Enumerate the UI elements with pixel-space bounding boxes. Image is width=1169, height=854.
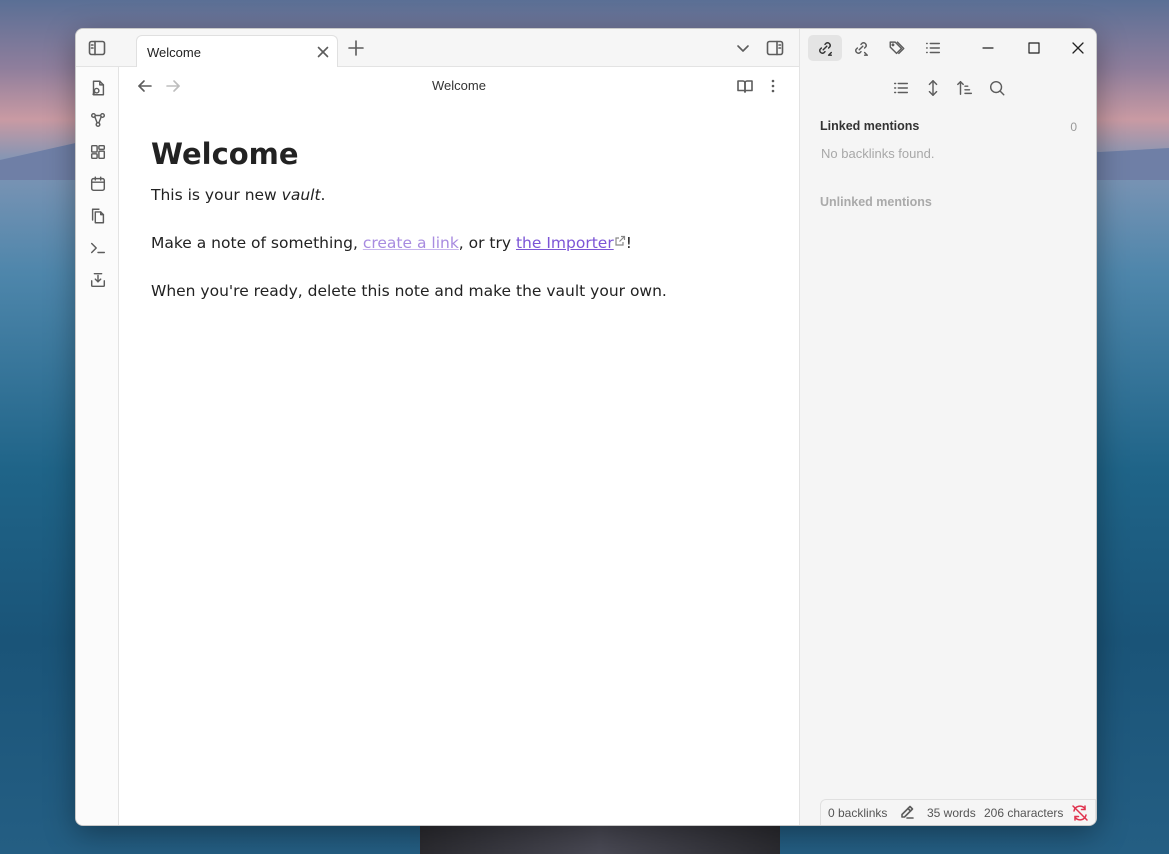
backlinks-icon [816, 39, 834, 57]
p1-text: This is your new [151, 186, 282, 204]
create-a-link-internal-link[interactable]: create a link [363, 234, 459, 252]
desktop-wallpaper-pier [420, 826, 780, 854]
search-icon[interactable] [988, 79, 1008, 99]
unlinked-mentions-heading[interactable]: Unlinked mentions [820, 195, 932, 209]
note-content[interactable]: Welcome This is your new vault. Make a n… [151, 137, 771, 330]
sort-icon[interactable] [956, 79, 976, 99]
left-top-strip [76, 29, 119, 67]
tab-title: Welcome [147, 45, 201, 60]
show-more-context-icon[interactable] [924, 79, 944, 99]
linked-mentions-count: 0 [1070, 120, 1077, 134]
left-sidebar-toggle-icon[interactable] [87, 38, 107, 58]
no-backlinks-message: No backlinks found. [821, 146, 935, 161]
tab-bar: Welcome [119, 29, 799, 68]
p1-vault-emphasis: vault [281, 186, 321, 204]
backlinks-tab[interactable] [808, 35, 842, 61]
paragraph-ready: When you're ready, delete this note and … [151, 282, 667, 300]
close-tab-icon[interactable] [315, 44, 331, 60]
external-link-icon [614, 235, 626, 247]
reading-view-book-icon[interactable] [736, 77, 754, 95]
collapse-results-list-icon[interactable] [892, 79, 912, 99]
outline-tab[interactable] [916, 35, 950, 61]
editing-mode-pencil-icon[interactable] [899, 804, 915, 820]
view-header-title[interactable]: Welcome [119, 78, 799, 93]
outgoing-links-tab[interactable] [844, 35, 878, 61]
status-character-count: 206 characters [984, 806, 1064, 820]
importer-icon[interactable] [87, 269, 109, 291]
app-window: Welcome Welcome Welcome This is your new… [75, 28, 1097, 826]
status-backlinks-count[interactable]: 0 backlinks [828, 806, 887, 820]
paragraph-vault: This is your new vault. [151, 186, 771, 204]
switcher-icon[interactable] [87, 77, 109, 99]
minimize-icon[interactable] [979, 39, 997, 57]
daily-note-icon[interactable] [87, 173, 109, 195]
tags-tab[interactable] [880, 35, 914, 61]
outgoing-links-icon [852, 39, 870, 57]
right-sidebar-toggle-icon[interactable] [765, 38, 785, 58]
paragraph-links: Make a note of something, create a link,… [151, 234, 771, 252]
p2-start: Make a note of something, [151, 234, 363, 252]
sync-error-icon[interactable] [1071, 804, 1089, 822]
tags-icon [888, 39, 906, 57]
graph-icon[interactable] [87, 109, 109, 131]
linked-mentions-heading[interactable]: Linked mentions [820, 119, 919, 133]
status-word-count: 35 words [927, 806, 976, 820]
right-sidebar: Linked mentions 0 No backlinks found. Un… [799, 29, 1096, 825]
command-palette-icon[interactable] [87, 237, 109, 259]
outline-icon [924, 39, 942, 57]
p1-end: . [320, 186, 326, 204]
maximize-icon[interactable] [1025, 39, 1043, 57]
status-bar: 0 backlinks 35 words 206 characters [820, 799, 1096, 825]
left-ribbon [76, 67, 119, 825]
p2-end: ! [625, 234, 632, 252]
view-header: Welcome [119, 67, 799, 105]
close-window-icon[interactable] [1069, 39, 1087, 57]
note-heading: Welcome [151, 137, 299, 171]
tab-list-chevron-down-icon[interactable] [735, 40, 751, 56]
new-tab-plus-icon[interactable] [347, 39, 365, 57]
tab-welcome[interactable]: Welcome [136, 35, 338, 68]
canvas-icon[interactable] [87, 141, 109, 163]
p2-mid: , or try [458, 234, 516, 252]
the-importer-external-link[interactable]: the Importer [516, 234, 614, 252]
templates-icon[interactable] [87, 205, 109, 227]
more-options-icon[interactable] [764, 77, 782, 95]
